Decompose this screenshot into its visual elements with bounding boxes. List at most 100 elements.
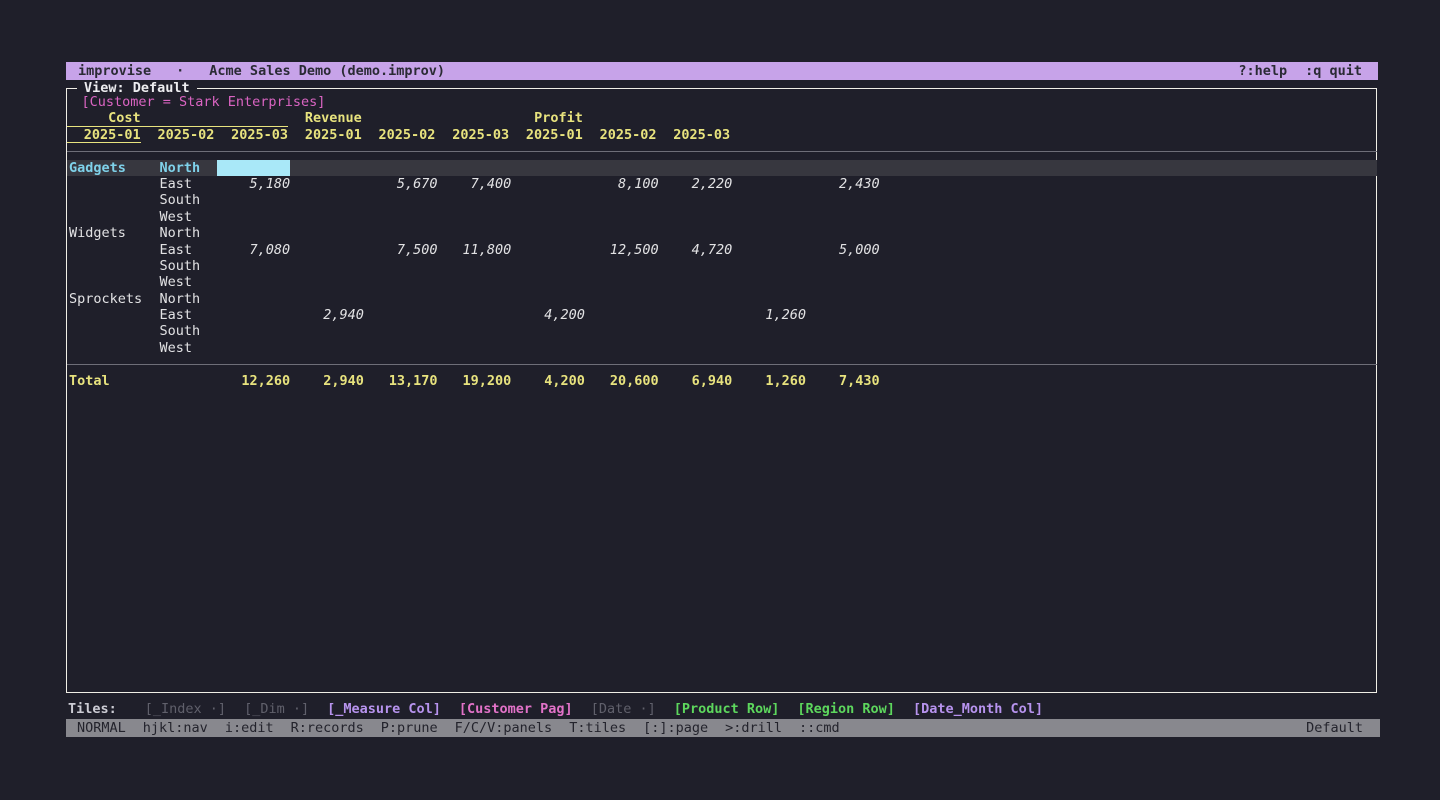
cell[interactable] [217, 225, 291, 241]
cell[interactable] [659, 160, 733, 176]
product-label[interactable] [67, 307, 160, 323]
cell[interactable] [511, 340, 585, 356]
cell[interactable] [217, 307, 291, 323]
cell[interactable] [364, 192, 438, 208]
cell[interactable] [438, 274, 512, 290]
product-label[interactable]: Sprockets [67, 291, 160, 307]
product-label[interactable] [67, 176, 160, 192]
cell[interactable] [585, 192, 659, 208]
cell[interactable] [364, 340, 438, 356]
cell[interactable] [438, 160, 512, 176]
product-label[interactable] [67, 258, 160, 274]
cell[interactable] [732, 340, 806, 356]
region-label[interactable]: South [160, 258, 217, 274]
product-label[interactable] [67, 242, 160, 258]
product-label[interactable] [67, 192, 160, 208]
cell[interactable] [732, 160, 806, 176]
column-header-8[interactable]: 2025-03 [657, 127, 731, 143]
cell[interactable]: 5,670 [364, 176, 438, 192]
cell[interactable] [364, 307, 438, 323]
cell[interactable] [290, 242, 364, 258]
region-label[interactable]: East [160, 242, 217, 258]
cell[interactable] [806, 160, 880, 176]
cell[interactable]: 4,720 [659, 242, 733, 258]
customer-page-filter[interactable]: [Customer = Stark Enterprises] [67, 94, 1377, 110]
region-label[interactable]: North [160, 291, 217, 307]
cell[interactable] [511, 209, 585, 225]
cell[interactable] [217, 274, 291, 290]
cell[interactable] [806, 274, 880, 290]
cell[interactable] [511, 291, 585, 307]
cell[interactable]: 2,430 [806, 176, 880, 192]
cell[interactable] [659, 274, 733, 290]
cell[interactable] [511, 160, 585, 176]
cell[interactable] [217, 209, 291, 225]
cell[interactable] [511, 323, 585, 339]
cell[interactable]: 11,800 [438, 242, 512, 258]
column-header-0[interactable]: 2025-01 [67, 127, 141, 143]
cell[interactable]: 1,260 [732, 307, 806, 323]
cell[interactable] [438, 225, 512, 241]
cell[interactable] [732, 258, 806, 274]
cell[interactable] [217, 340, 291, 356]
region-label[interactable]: North [160, 225, 217, 241]
cell[interactable] [659, 258, 733, 274]
cell[interactable]: 7,080 [217, 242, 291, 258]
cell[interactable]: 12,500 [585, 242, 659, 258]
cell[interactable]: 4,200 [511, 307, 585, 323]
product-label[interactable] [67, 274, 160, 290]
cell[interactable]: 8,100 [585, 176, 659, 192]
product-label[interactable]: Gadgets [67, 160, 160, 176]
cell[interactable] [438, 192, 512, 208]
cell[interactable] [806, 192, 880, 208]
cell[interactable] [511, 274, 585, 290]
cell[interactable]: 5,000 [806, 242, 880, 258]
cell[interactable] [290, 274, 364, 290]
tile-date[interactable]: [Date ·] [591, 701, 656, 718]
cell[interactable]: 2,940 [290, 307, 364, 323]
measure-group-revenue[interactable]: Revenue [288, 110, 509, 126]
cell[interactable] [290, 258, 364, 274]
column-header-1[interactable]: 2025-02 [141, 127, 215, 143]
column-header-6[interactable]: 2025-01 [509, 127, 583, 143]
region-label[interactable]: West [160, 340, 217, 356]
cell[interactable] [659, 192, 733, 208]
tile-_dim[interactable]: [_Dim ·] [244, 701, 309, 718]
cell[interactable] [511, 225, 585, 241]
cell[interactable] [364, 291, 438, 307]
tile-_index[interactable]: [_Index ·] [145, 701, 226, 718]
cell[interactable] [364, 160, 438, 176]
cell[interactable] [585, 258, 659, 274]
column-header-3[interactable]: 2025-01 [288, 127, 362, 143]
cell[interactable] [290, 209, 364, 225]
cell[interactable] [732, 225, 806, 241]
cell[interactable] [217, 323, 291, 339]
cell[interactable] [585, 340, 659, 356]
measure-group-cost[interactable]: Cost [67, 110, 288, 126]
cell[interactable] [806, 291, 880, 307]
product-label[interactable]: Widgets [67, 225, 160, 241]
cell[interactable] [585, 274, 659, 290]
cell[interactable] [659, 209, 733, 225]
region-label[interactable]: South [160, 323, 217, 339]
column-header-5[interactable]: 2025-03 [435, 127, 509, 143]
region-label[interactable]: East [160, 176, 217, 192]
cell[interactable] [217, 258, 291, 274]
cell[interactable] [438, 307, 512, 323]
column-header-7[interactable]: 2025-02 [583, 127, 657, 143]
cell[interactable] [438, 340, 512, 356]
cell[interactable] [659, 307, 733, 323]
cell[interactable] [585, 323, 659, 339]
cell[interactable] [290, 176, 364, 192]
cell[interactable] [364, 258, 438, 274]
cell[interactable] [511, 242, 585, 258]
cell[interactable] [438, 209, 512, 225]
cell[interactable] [732, 192, 806, 208]
cell[interactable] [806, 209, 880, 225]
cell[interactable] [438, 258, 512, 274]
cell[interactable] [585, 307, 659, 323]
cell[interactable] [290, 225, 364, 241]
product-label[interactable] [67, 323, 160, 339]
cell[interactable]: 2,220 [659, 176, 733, 192]
selected-cell[interactable] [217, 160, 291, 176]
